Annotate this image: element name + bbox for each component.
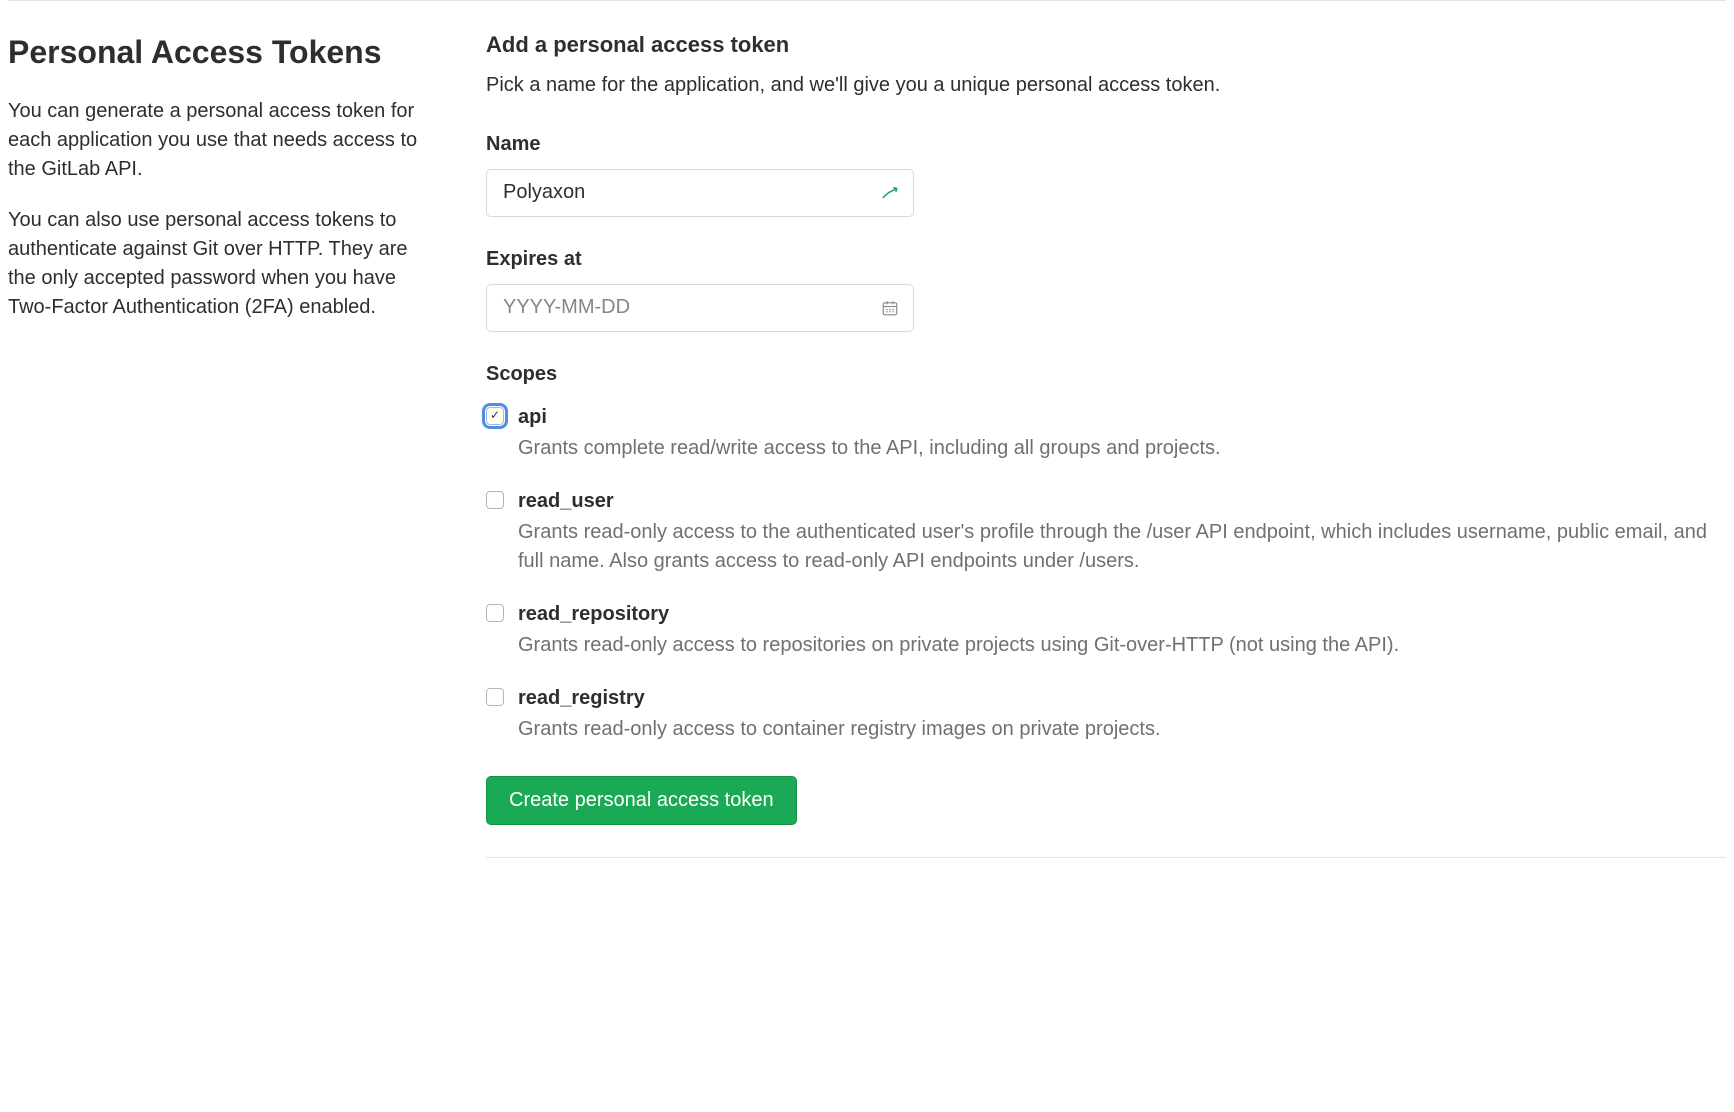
scope-item-api: ✓ apiGrants complete read/write access to… [486, 403, 1726, 463]
sidebar-paragraph-2: You can also use personal access tokens … [8, 206, 438, 322]
top-divider [8, 0, 1726, 1]
scope-checkbox-api[interactable]: ✓ [486, 407, 504, 425]
form-heading: Add a personal access token [486, 29, 1726, 61]
arrow-icon [880, 183, 900, 203]
scope-item-read_user: ✓ read_userGrants read-only access to the… [486, 487, 1726, 576]
scopes-label: Scopes [486, 360, 1726, 389]
create-token-button[interactable]: Create personal access token [486, 776, 797, 825]
page-title: Personal Access Tokens [8, 29, 438, 75]
bottom-divider [486, 857, 1726, 858]
scope-name: read_registry [518, 684, 1726, 713]
main-content: Add a personal access token Pick a name … [486, 29, 1726, 858]
expires-label: Expires at [486, 245, 1726, 274]
expires-input[interactable] [486, 284, 914, 332]
scope-description: Grants read-only access to container reg… [518, 715, 1726, 744]
name-input[interactable] [486, 169, 914, 217]
scope-name: read_user [518, 487, 1726, 516]
scope-checkbox-read_user[interactable]: ✓ [486, 491, 504, 509]
scope-name: read_repository [518, 600, 1726, 629]
calendar-icon[interactable] [880, 298, 900, 318]
scope-description: Grants complete read/write access to the… [518, 434, 1726, 463]
scope-item-read_registry: ✓ read_registryGrants read-only access to… [486, 684, 1726, 744]
form-subheading: Pick a name for the application, and we'… [486, 71, 1726, 100]
scope-checkbox-read_repository[interactable]: ✓ [486, 604, 504, 622]
scope-item-read_repository: ✓ read_repositoryGrants read-only access … [486, 600, 1726, 660]
scope-description: Grants read-only access to the authentic… [518, 518, 1726, 576]
sidebar: Personal Access Tokens You can generate … [8, 29, 438, 858]
name-label: Name [486, 130, 1726, 159]
scope-description: Grants read-only access to repositories … [518, 631, 1726, 660]
sidebar-paragraph-1: You can generate a personal access token… [8, 97, 438, 184]
scope-name: api [518, 403, 1726, 432]
scope-checkbox-read_registry[interactable]: ✓ [486, 688, 504, 706]
